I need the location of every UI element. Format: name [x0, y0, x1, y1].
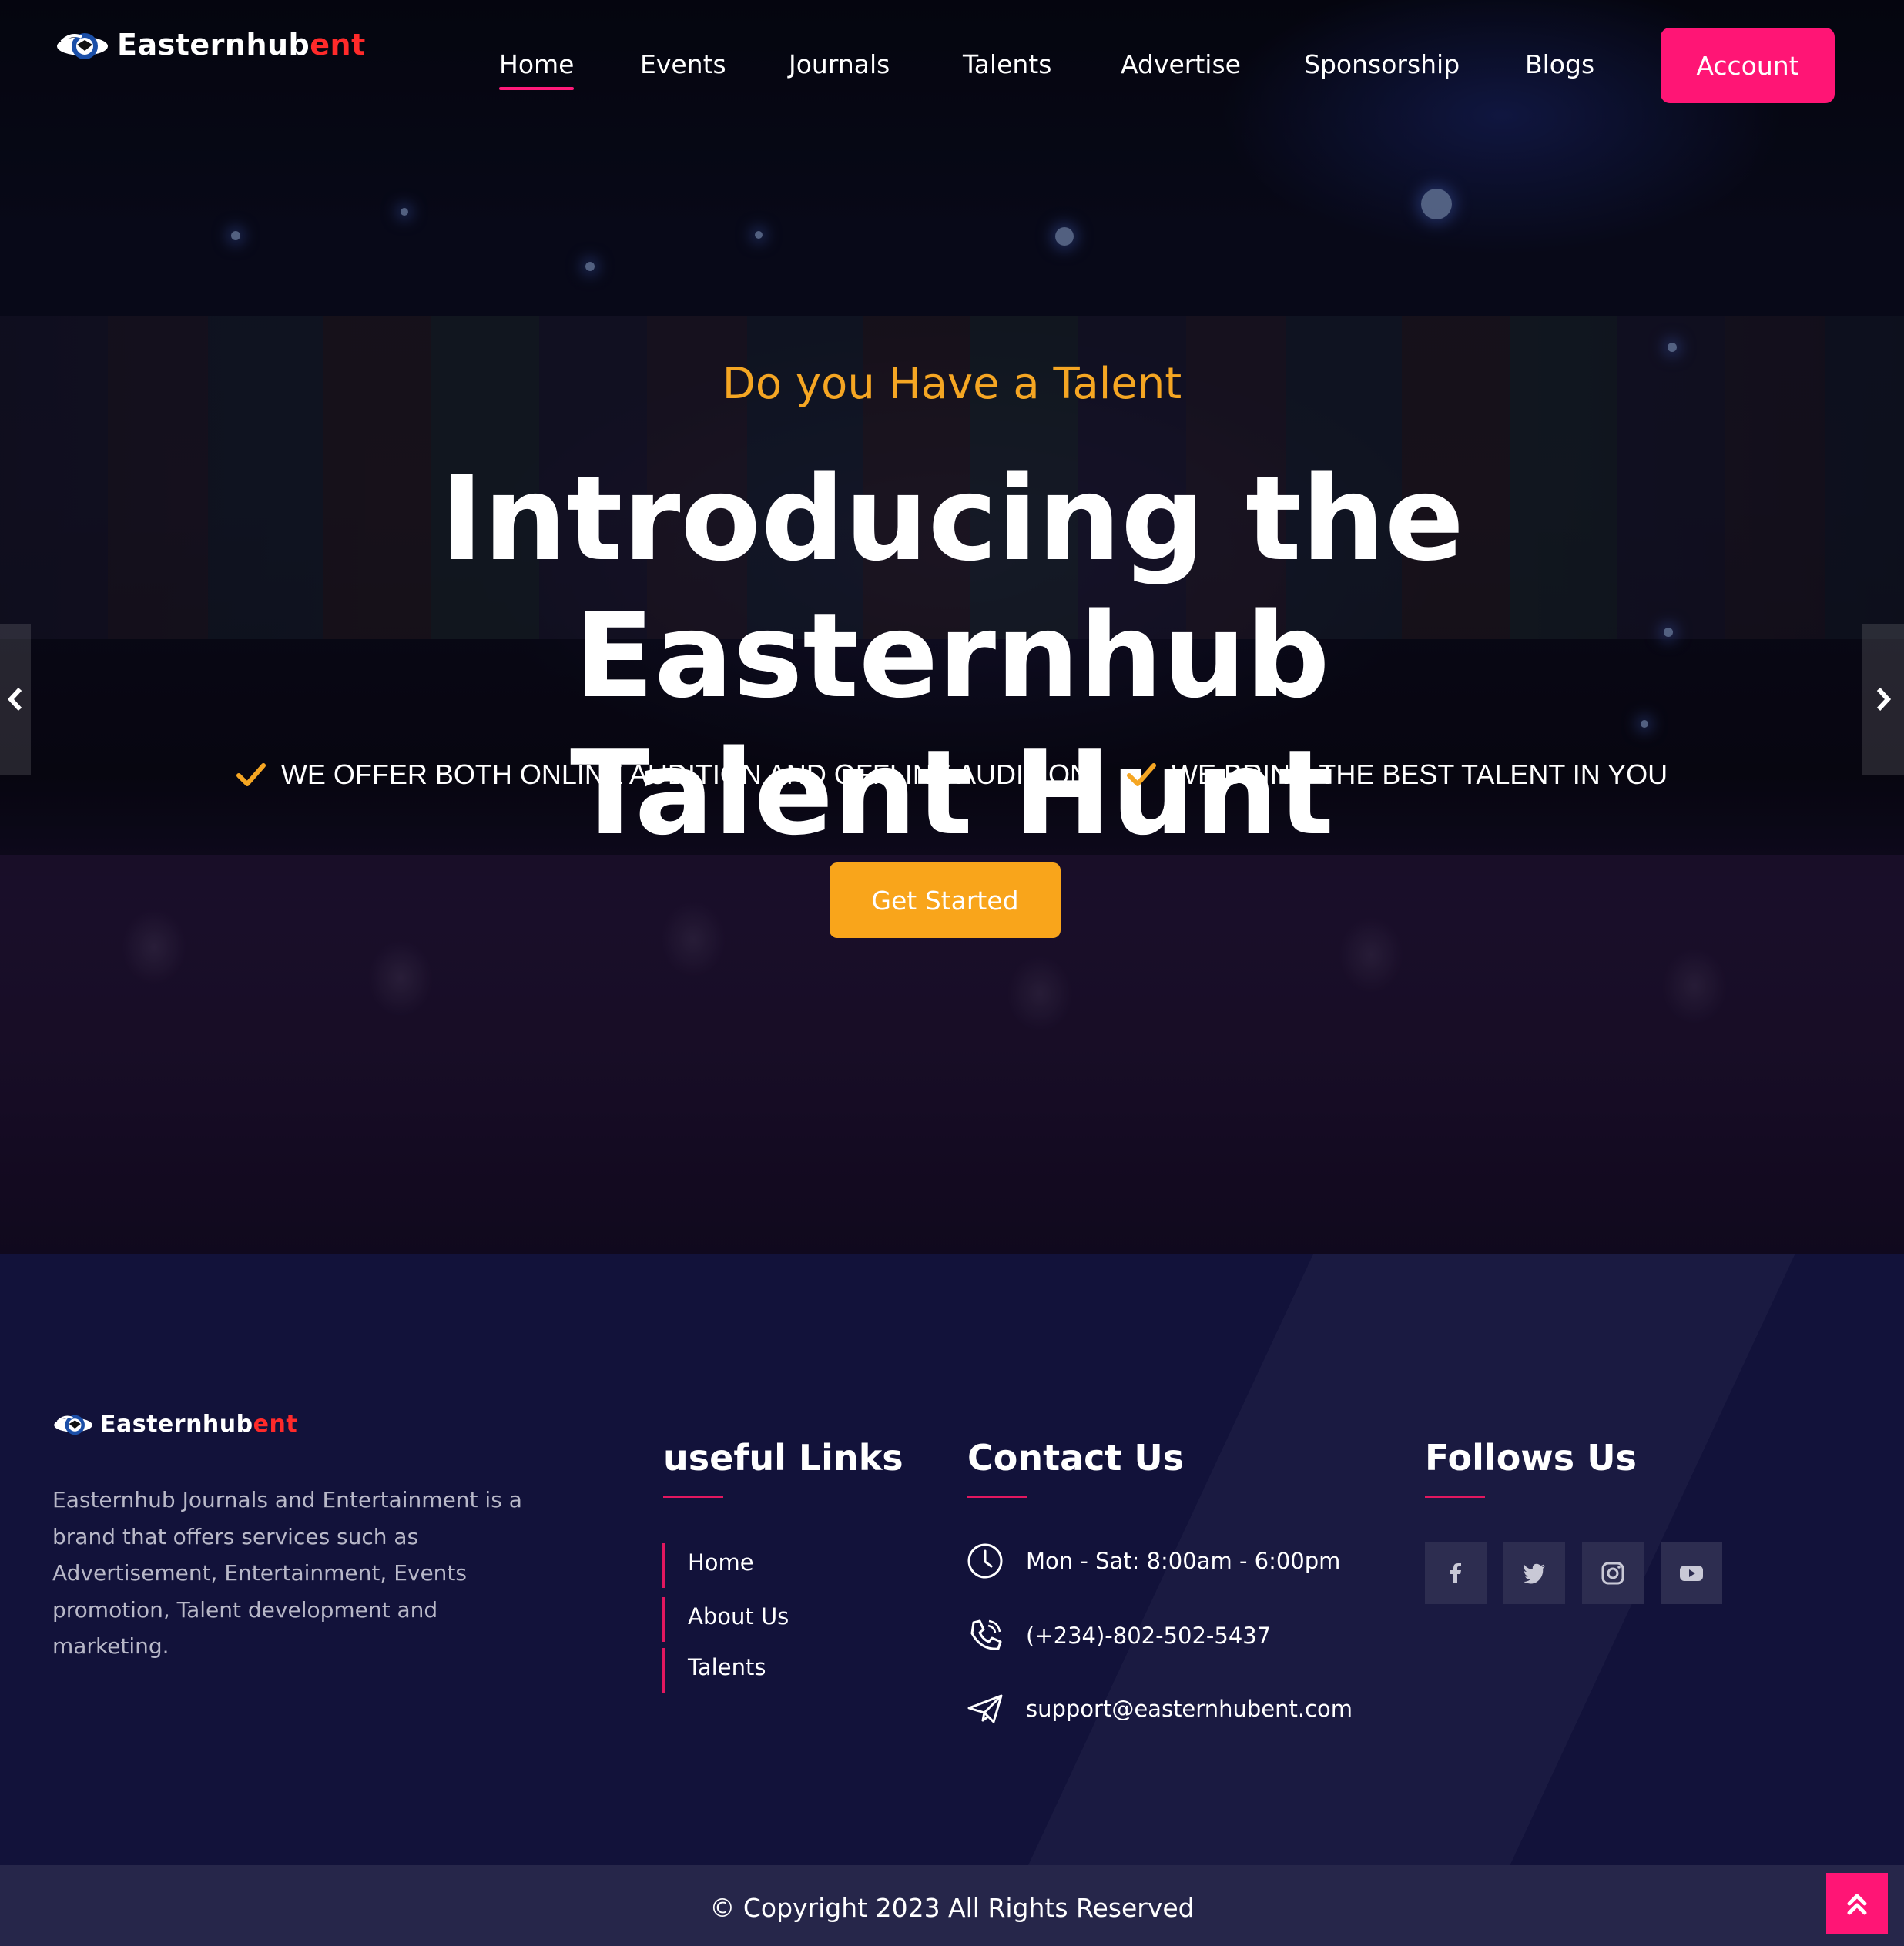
contact-phone-text: (+234)-802-502-5437 — [1026, 1623, 1272, 1649]
footer-about-text: Easternhub Journals and Entertainment is… — [52, 1487, 522, 1659]
heading-underline — [663, 1496, 723, 1498]
footer-link-about-us[interactable]: About Us — [662, 1597, 863, 1642]
useful-links-heading: useful Links — [663, 1437, 903, 1479]
contact-hours-text: Mon - Sat: 8:00am - 6:00pm — [1026, 1548, 1341, 1574]
hero-headline-line1: Introducing the Easternhub — [440, 450, 1464, 724]
contact-phone[interactable]: (+234)-802-502-5437 — [966, 1616, 1271, 1655]
feature-item: WE BRING THE BEST TALENT IN YOU — [1126, 759, 1668, 791]
checkmark-icon — [236, 763, 266, 786]
footer-link-label: Home — [688, 1549, 754, 1576]
facebook-icon — [1450, 1563, 1461, 1583]
heading-underline — [1425, 1496, 1485, 1498]
nav-journals[interactable]: Journals — [789, 49, 890, 79]
slider-prev-button[interactable] — [0, 624, 31, 775]
footer-brand-logo[interactable]: Easternhubent — [52, 1408, 297, 1440]
copyright-text: © Copyright 2023 All Rights Reserved — [709, 1893, 1195, 1923]
feature-text: WE BRING THE BEST TALENT IN YOU — [1171, 759, 1668, 790]
brand-name: Easternhub — [117, 28, 310, 62]
youtube-button[interactable] — [1661, 1542, 1722, 1604]
clock-icon — [967, 1543, 1003, 1579]
twitter-button[interactable] — [1503, 1542, 1565, 1604]
contact-hours: Mon - Sat: 8:00am - 6:00pm — [966, 1542, 1340, 1580]
contact-heading: Contact Us — [967, 1437, 1185, 1479]
footer-link-home[interactable]: Home — [662, 1543, 863, 1588]
footer-link-label: About Us — [688, 1603, 789, 1629]
contact-email[interactable]: support@easternhubent.com — [966, 1690, 1353, 1728]
instagram-button[interactable] — [1582, 1542, 1644, 1604]
follow-heading: Follows Us — [1425, 1437, 1637, 1479]
instagram-icon — [1601, 1562, 1624, 1585]
checkmark-icon — [1126, 763, 1156, 786]
get-started-button[interactable]: Get Started — [830, 862, 1061, 938]
nav-home[interactable]: Home — [499, 49, 575, 90]
slider-next-button[interactable] — [1862, 624, 1904, 775]
hero-features: WE OFFER BOTH ONLINE AUDITION AND OFFLIN… — [0, 759, 1904, 791]
eagle-logo-icon — [57, 33, 108, 59]
scroll-to-top-button[interactable] — [1826, 1873, 1888, 1934]
footer-link-talents[interactable]: Talents — [662, 1648, 863, 1693]
nav-events[interactable]: Events — [640, 49, 726, 79]
nav-blogs[interactable]: Blogs — [1525, 49, 1594, 79]
twitter-icon — [1524, 1563, 1545, 1584]
contact-email-text: support@easternhubent.com — [1026, 1696, 1353, 1722]
double-chevron-up-icon — [1847, 1894, 1867, 1915]
top-navigation: Easternhubent Home Events Journals Talen… — [0, 0, 1904, 131]
chevron-left-icon — [7, 687, 22, 712]
footer-brand-name-accent: ent — [253, 1410, 298, 1438]
account-button[interactable]: Account — [1661, 28, 1835, 103]
nav-advertise[interactable]: Advertise — [1121, 49, 1241, 79]
nav-talents[interactable]: Talents — [963, 49, 1051, 79]
footer-brand-name: Easternhub — [100, 1410, 253, 1438]
paper-plane-icon — [967, 1694, 1003, 1723]
footer-link-label: Talents — [688, 1654, 766, 1680]
chevron-right-icon — [1876, 687, 1892, 712]
phone-icon — [970, 1619, 1002, 1650]
hero-headline: Introducing the Easternhub Talent Hunt — [92, 450, 1812, 862]
heading-underline — [967, 1496, 1027, 1498]
feature-item: WE OFFER BOTH ONLINE AUDITION AND OFFLIN… — [236, 759, 1090, 791]
nav-sponsorship[interactable]: Sponsorship — [1304, 49, 1460, 79]
brand-logo[interactable]: Easternhubent — [55, 23, 366, 66]
facebook-button[interactable] — [1425, 1542, 1487, 1604]
hero-kicker: Do you Have a Talent — [722, 359, 1182, 409]
brand-name-accent: ent — [310, 28, 366, 62]
feature-text: WE OFFER BOTH ONLINE AUDITION AND OFFLIN… — [280, 759, 1090, 790]
eagle-logo-icon — [54, 1415, 92, 1435]
youtube-icon — [1680, 1566, 1703, 1581]
hero-headline-line2: Talent Hunt — [570, 725, 1334, 861]
